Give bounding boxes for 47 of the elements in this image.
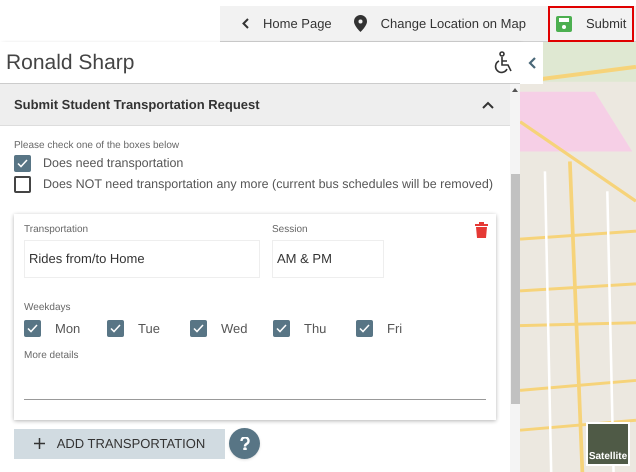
checkbox[interactable] (107, 320, 124, 337)
change-location-button[interactable]: Change Location on Map (346, 6, 534, 42)
weekday-label: Mon (55, 320, 80, 338)
check-icon (17, 158, 28, 168)
instruction-text: Please check one of the boxes below (14, 139, 180, 153)
add-transportation-button[interactable]: ADD TRANSPORTATION (14, 428, 225, 458)
chevron-left-icon (242, 18, 249, 29)
save-icon (556, 16, 572, 32)
satellite-button[interactable]: Satellite (586, 422, 630, 466)
section-header[interactable]: Submit Student Transportation Request (0, 84, 510, 126)
transportation-field[interactable]: Rides from/to Home (24, 240, 260, 278)
checkbox[interactable] (273, 320, 290, 337)
wheelchair-icon (492, 50, 514, 74)
checkbox[interactable] (356, 320, 373, 337)
option-label: Does need transportation (43, 155, 184, 172)
help-button[interactable] (229, 428, 260, 459)
scrollbar[interactable] (510, 84, 520, 472)
help-icon (240, 437, 250, 450)
option-label: Does NOT need transportation any more (current bus schedules will be removed) (43, 176, 493, 193)
trash-icon[interactable] (475, 222, 488, 238)
checkbox[interactable] (24, 320, 41, 337)
home-page-button[interactable]: Home Page (234, 6, 340, 42)
field-label: More details (24, 350, 78, 361)
field-label: Weekdays (24, 302, 71, 312)
weekday-label: Fri (387, 320, 402, 338)
weekday-label: Wed (221, 320, 248, 338)
plus-icon (34, 438, 45, 449)
check-icon (27, 324, 38, 333)
chevron-left-icon (528, 57, 536, 69)
checkbox[interactable] (190, 320, 207, 337)
submit-button[interactable]: Submit (548, 6, 634, 42)
check-icon (193, 324, 204, 333)
map-pin-icon (354, 15, 367, 32)
weekday-label: Tue (138, 320, 160, 338)
scroll-up-icon[interactable] (512, 88, 518, 92)
student-name: Ronald Sharp (6, 50, 134, 76)
session-field[interactable]: AM & PM (272, 240, 384, 278)
checkbox[interactable] (14, 154, 31, 172)
checkbox[interactable] (14, 176, 31, 193)
check-icon (359, 324, 370, 333)
weekday-label: Thu (304, 320, 326, 338)
field-label: Session (272, 222, 309, 236)
field-label: Transportation (24, 222, 90, 236)
scrollbar-thumb[interactable] (510, 174, 520, 404)
check-icon (110, 324, 121, 333)
check-icon (276, 324, 287, 333)
collapse-panel-button[interactable] (520, 42, 543, 84)
